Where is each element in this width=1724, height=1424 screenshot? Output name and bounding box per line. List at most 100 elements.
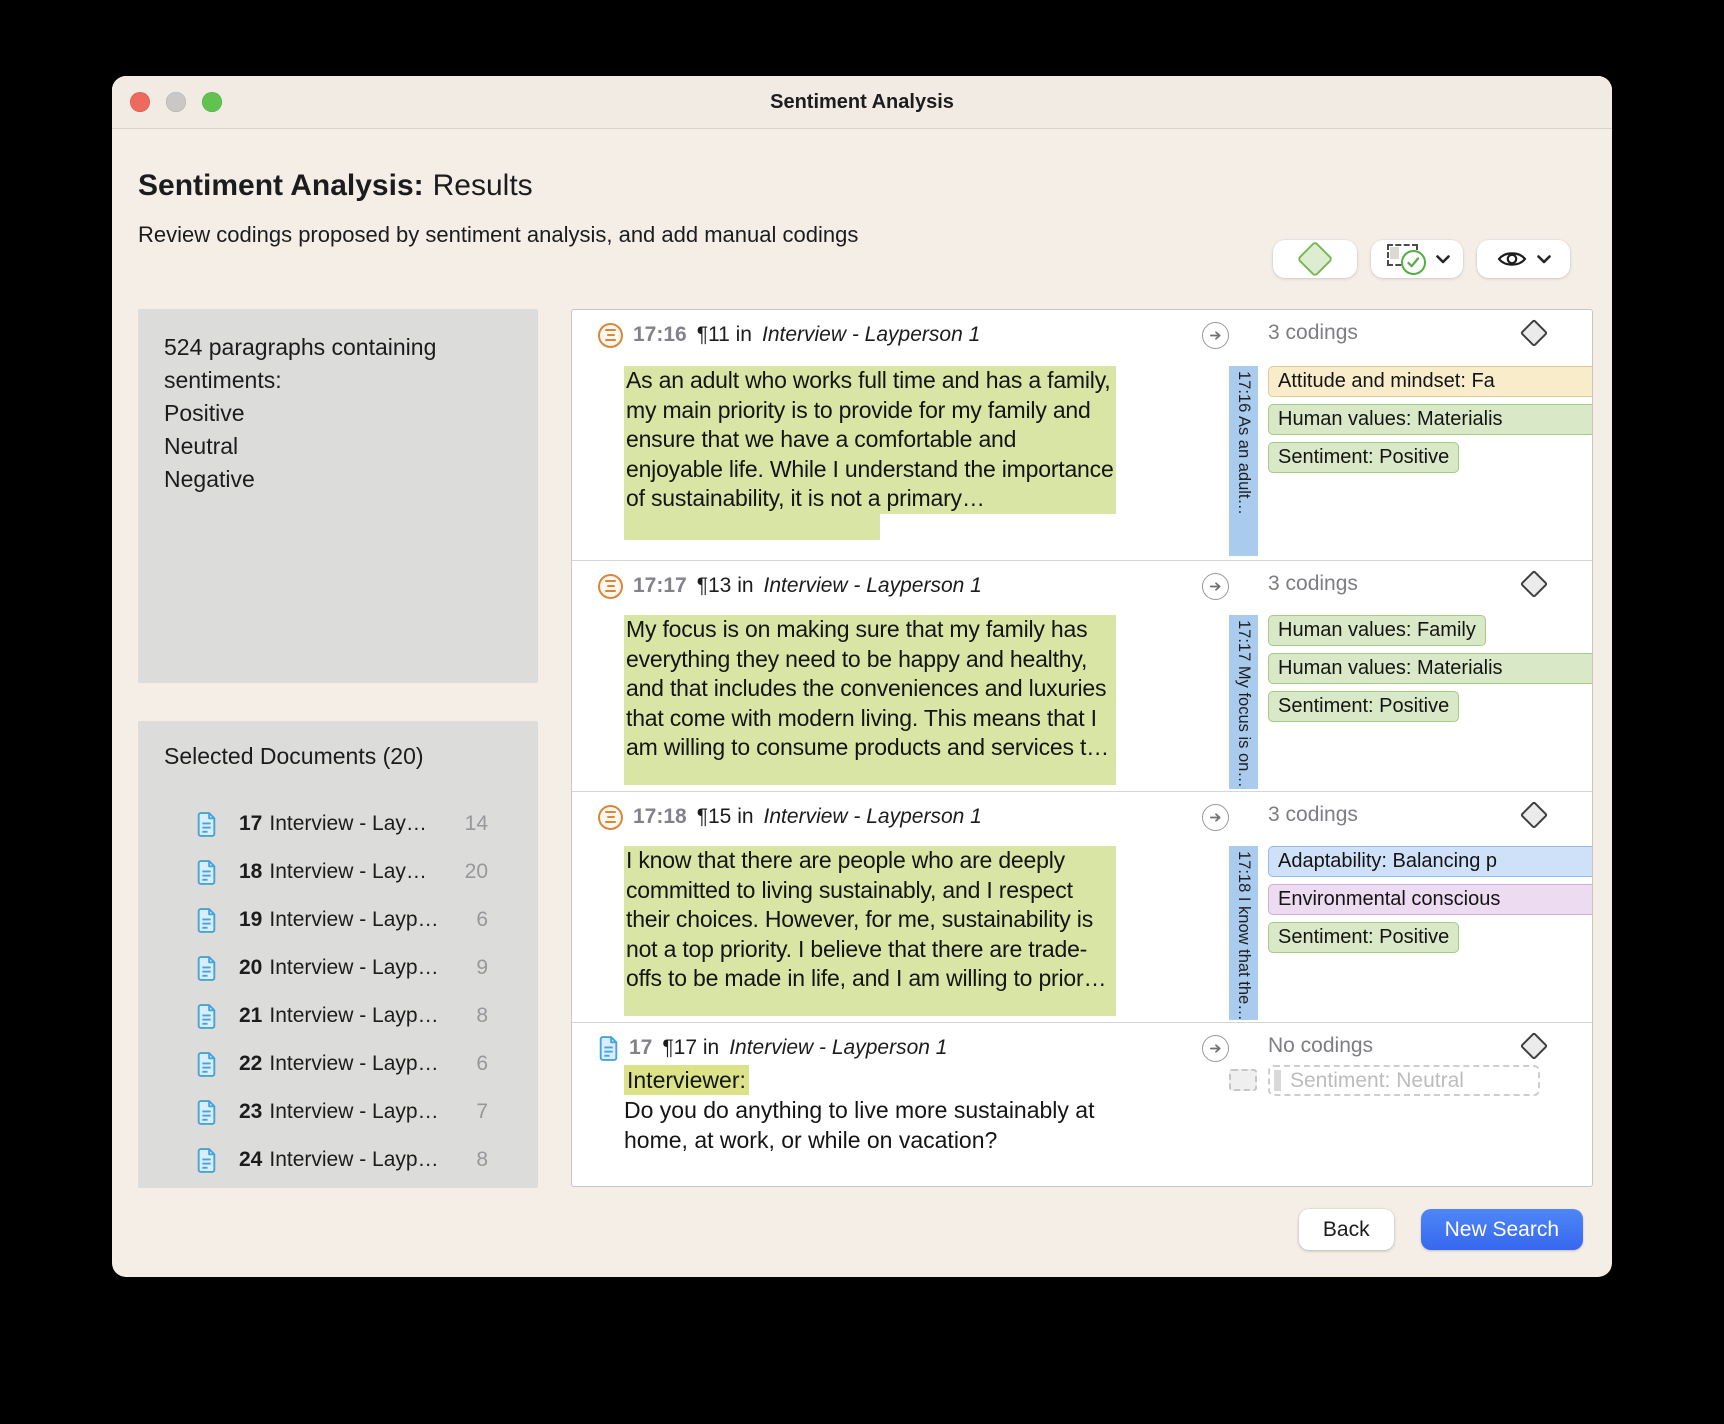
coding-stripe[interactable]: 17:17 My focus is on… [1229, 615, 1258, 789]
segment-time: 17:17 [633, 574, 687, 598]
segment-header: 17:18 ¶15 in Interview - Layperson 1 [598, 803, 982, 831]
suggested-coding-chip[interactable]: Sentiment: Neutral [1268, 1065, 1540, 1096]
codings-count: 3 codings [1268, 803, 1358, 827]
coded-count: 6 [476, 908, 488, 932]
segment-position: ¶13 in [697, 574, 754, 598]
segment-text: Do you do anything to live more sustaina… [624, 1095, 1136, 1155]
arrow-right-icon [1208, 328, 1223, 343]
result-row[interactable]: 17:16 ¶11 in Interview - Layperson 1 3 c… [572, 310, 1592, 561]
zoom-button[interactable] [202, 92, 222, 112]
segment-header: 17 ¶17 in Interview - Layperson 1 [598, 1034, 947, 1062]
coded-segment-icon [598, 323, 623, 348]
segment-position: ¶11 in [697, 323, 752, 347]
segment-position: ¶15 in [697, 805, 754, 829]
coding-chips: Adaptability: Balancing p Environmental … [1268, 846, 1593, 953]
codings-header: 3 codings [1268, 321, 1550, 345]
document-item[interactable]: 20 Interview - Layp… 9 [138, 944, 538, 992]
sentiment-negative: Negative [164, 463, 512, 496]
coding-chip[interactable]: Sentiment: Positive [1268, 691, 1459, 722]
code-diamond-icon[interactable] [1520, 319, 1548, 347]
segment-text-block: My focus is on making sure that my famil… [624, 615, 1116, 785]
goto-source-button[interactable] [1202, 322, 1229, 349]
coded-count: 20 [465, 860, 488, 884]
document-item[interactable]: 19 Interview - Layp… 6 [138, 896, 538, 944]
coding-stripe[interactable]: 17:16 As an adult… [1229, 366, 1258, 556]
codings-count: No codings [1268, 1034, 1373, 1058]
coded-count: 8 [476, 1148, 488, 1172]
coded-count: 9 [476, 956, 488, 980]
documents-list: 17 Interview - Lay… 14 18 Interview - La… [138, 800, 538, 1184]
coded-count: 14 [465, 812, 488, 836]
segment-document: Interview - Layperson 1 [762, 323, 980, 347]
document-icon [196, 1004, 217, 1029]
codings-header: 3 codings [1268, 572, 1550, 596]
ghost-coding-square [1229, 1069, 1257, 1091]
document-item[interactable]: 21 Interview - Layp… 8 [138, 992, 538, 1040]
minimize-button[interactable] [166, 92, 186, 112]
window-title: Sentiment Analysis [770, 91, 954, 114]
document-item[interactable]: 22 Interview - Layp… 6 [138, 1040, 538, 1088]
highlight-overflow [624, 514, 880, 540]
coding-chips: Attitude and mindset: Fa Human values: M… [1268, 366, 1593, 473]
result-row[interactable]: 17:17 ¶13 in Interview - Layperson 1 3 c… [572, 561, 1592, 792]
segment-document: Interview - Layperson 1 [764, 805, 982, 829]
close-button[interactable] [130, 92, 150, 112]
segment-text-block: I know that there are people who are dee… [624, 846, 1116, 1016]
result-row[interactable]: 17 ¶17 in Interview - Layperson 1 No cod… [572, 1023, 1592, 1187]
code-button[interactable] [1273, 240, 1357, 278]
document-icon [196, 908, 217, 933]
speaker-highlight: Interviewer: [624, 1065, 749, 1095]
segment-header: 17:16 ¶11 in Interview - Layperson 1 [598, 321, 980, 349]
codings-count: 3 codings [1268, 572, 1358, 596]
documents-title: Selected Documents (20) [138, 743, 538, 770]
document-item[interactable]: 17 Interview - Lay… 14 [138, 800, 538, 848]
codings-header: 3 codings [1268, 803, 1550, 827]
coding-chip[interactable]: Attitude and mindset: Fa [1268, 366, 1593, 397]
goto-source-button[interactable] [1202, 573, 1229, 600]
coding-stripe[interactable]: 17:18 I know that the… [1229, 846, 1258, 1020]
highlight-overflow [624, 763, 1116, 785]
coding-chip[interactable]: Environmental conscious [1268, 884, 1593, 915]
arrow-right-icon [1208, 579, 1223, 594]
document-item[interactable]: 18 Interview - Lay… 20 [138, 848, 538, 896]
page-title-strong: Sentiment Analysis: [138, 169, 424, 202]
segment-header: 17:17 ¶13 in Interview - Layperson 1 [598, 572, 982, 600]
back-button[interactable]: Back [1299, 1209, 1394, 1250]
goto-source-button[interactable] [1202, 804, 1229, 831]
segment-time: 17:16 [633, 323, 687, 347]
coding-chip[interactable]: Sentiment: Positive [1268, 442, 1459, 473]
document-icon [196, 860, 217, 885]
sentiment-neutral: Neutral [164, 430, 512, 463]
green-diamond-icon [1297, 241, 1334, 278]
coding-chip[interactable]: Sentiment: Positive [1268, 922, 1459, 953]
new-search-button[interactable]: New Search [1421, 1209, 1583, 1250]
footer: Back New Search [1299, 1209, 1583, 1250]
chevron-down-icon [1436, 255, 1450, 264]
arrow-right-icon [1208, 810, 1223, 825]
highlighted-text: I know that there are people who are dee… [624, 846, 1116, 994]
result-row[interactable]: 17:18 ¶15 in Interview - Layperson 1 3 c… [572, 792, 1592, 1023]
code-diamond-icon[interactable] [1520, 801, 1548, 829]
coding-chip[interactable]: Human values: Materialis [1268, 653, 1593, 684]
highlighted-text: My focus is on making sure that my famil… [624, 615, 1116, 763]
view-options-button[interactable] [1477, 240, 1570, 278]
code-diamond-icon[interactable] [1520, 1032, 1548, 1060]
sentiment-positive: Positive [164, 397, 512, 430]
traffic-lights [130, 92, 222, 112]
coding-chip[interactable]: Adaptability: Balancing p [1268, 846, 1593, 877]
document-item[interactable]: 23 Interview - Layp… 7 [138, 1088, 538, 1136]
code-diamond-icon[interactable] [1520, 570, 1548, 598]
segment-document: Interview - Layperson 1 [729, 1036, 947, 1060]
document-icon [196, 1052, 217, 1077]
document-item[interactable]: 24 Interview - Layp… 8 [138, 1136, 538, 1184]
coding-chip[interactable]: Human values: Family [1268, 615, 1486, 646]
goto-source-button[interactable] [1202, 1035, 1229, 1062]
page-title: Sentiment Analysis:Results [138, 169, 533, 203]
sentiment-analysis-window: Sentiment Analysis Sentiment Analysis:Re… [112, 76, 1612, 1277]
coding-chips: Human values: Family Human values: Mater… [1268, 615, 1593, 722]
ghost-chip-bar [1274, 1070, 1281, 1091]
segment-text-block: Interviewer: Do you do anything to live … [624, 1065, 1136, 1155]
coding-chip[interactable]: Human values: Materialis [1268, 404, 1593, 435]
toolbar [1273, 240, 1570, 278]
autocode-button[interactable] [1371, 240, 1463, 278]
